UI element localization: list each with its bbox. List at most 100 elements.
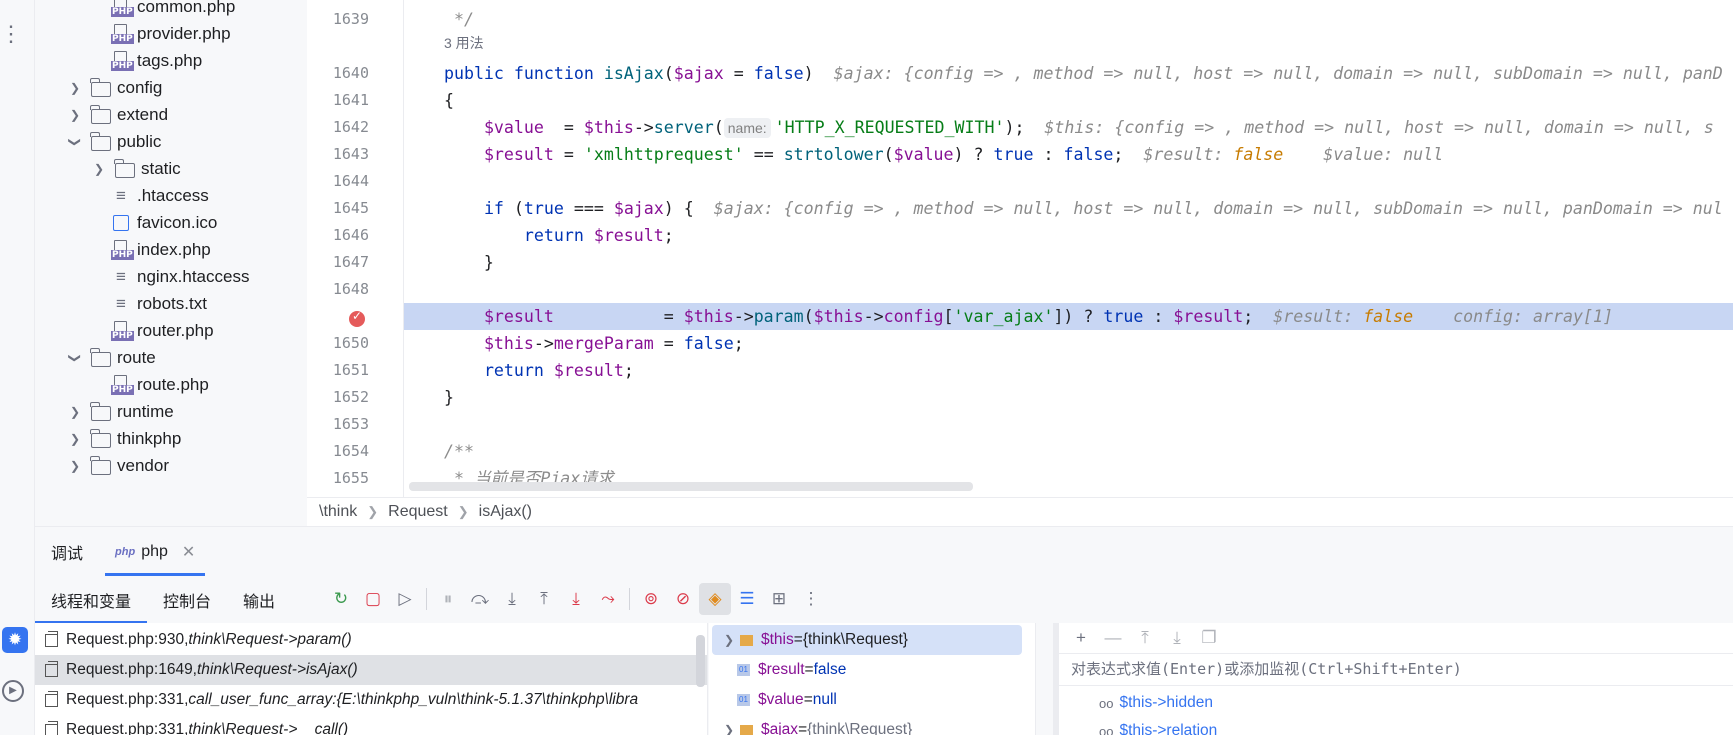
- tree-item-robots-txt[interactable]: ≡ robots.txt: [35, 289, 307, 319]
- add-watch-icon[interactable]: ⊞: [763, 583, 795, 615]
- call-stack-frames: Request.php:930, think\Request->param() …: [35, 623, 708, 735]
- chevron-right-icon[interactable]: ❯: [67, 432, 83, 446]
- run-to-cursor-icon[interactable]: ⤳: [592, 583, 624, 615]
- variable-name: $result: [758, 661, 805, 678]
- view-breakpoints-icon[interactable]: ⊚: [635, 583, 667, 615]
- tree-item-public[interactable]: ❯ public: [35, 127, 307, 157]
- tree-item-nginx-htaccess[interactable]: ≡ nginx.htaccess: [35, 262, 307, 292]
- breadcrumb-namespace[interactable]: \think: [319, 503, 357, 521]
- tree-item-index-php[interactable]: PHP index.php: [35, 235, 307, 265]
- tab-output[interactable]: 输出: [227, 576, 291, 623]
- tree-item-provider-php[interactable]: PHP provider.php: [35, 19, 307, 49]
- chevron-right-icon[interactable]: ❯: [67, 108, 83, 122]
- add-icon[interactable]: +: [1065, 628, 1097, 648]
- php-file-icon: PHP: [111, 51, 134, 71]
- text-file-icon: ≡: [116, 267, 126, 286]
- more-options-icon[interactable]: ⋮: [795, 583, 827, 615]
- editor-horizontal-scrollbar[interactable]: [409, 482, 973, 491]
- variable-row-ajax[interactable]: ❯ $ajax = {think\Request}: [712, 715, 1022, 735]
- tree-item-route-php[interactable]: PHP route.php: [35, 370, 307, 400]
- folder-icon: [90, 77, 111, 97]
- copy-icon[interactable]: ❐: [1193, 628, 1225, 648]
- mute-breakpoints-icon[interactable]: ⊘: [667, 583, 699, 615]
- chevron-right-icon[interactable]: ❯: [718, 723, 740, 735]
- chevron-down-icon[interactable]: ❯: [68, 134, 82, 150]
- php-file-icon: PHP: [111, 24, 134, 44]
- run-tool-icon[interactable]: ▶: [2, 680, 24, 702]
- resume-icon[interactable]: ▷: [389, 583, 421, 615]
- tree-item-label: runtime: [117, 402, 174, 421]
- variable-row-result[interactable]: 01 $result = false: [709, 655, 1019, 685]
- breadcrumb-method[interactable]: isAjax(): [479, 503, 532, 521]
- remove-icon[interactable]: —: [1097, 628, 1129, 648]
- breakpoint-icon[interactable]: [349, 309, 365, 327]
- chevron-right-icon[interactable]: ❯: [67, 405, 83, 419]
- breadcrumb-class[interactable]: Request: [388, 503, 448, 521]
- variable-row-value[interactable]: 01 $value = null: [709, 685, 1019, 715]
- tab-threads-variables[interactable]: 线程和变量: [35, 576, 148, 623]
- project-file-tree: PHP common.php PHP provider.php PHP tags.ph…: [35, 0, 307, 526]
- show-values-icon[interactable]: ☰: [731, 583, 763, 615]
- step-into-icon[interactable]: ⤓: [496, 583, 528, 615]
- watches-toolbar: + — ⤒ ⤓ ❐: [1059, 623, 1733, 653]
- tab-console[interactable]: 控制台: [147, 576, 227, 623]
- tree-item-vendor[interactable]: ❯ vendor: [35, 451, 307, 481]
- stop-icon[interactable]: ▢: [357, 583, 389, 615]
- stack-frame-selected[interactable]: Request.php:1649, think\Request->isAjax(…: [35, 655, 707, 685]
- variable-eq: =: [803, 691, 813, 708]
- variable-row-this[interactable]: ❯ $this = {think\Request}: [712, 625, 1022, 655]
- variable-name: $value: [758, 691, 804, 708]
- ide-window: ⋮ ✹ ▶ PHP common.php PHP provider.php PHP t…: [0, 0, 1733, 735]
- tab-php-session[interactable]: php php ✕: [99, 527, 211, 576]
- frame-location: Request.php:930,: [66, 631, 189, 648]
- primitive-icon: 01: [737, 664, 750, 676]
- variable-eq: =: [804, 661, 814, 678]
- variable-value: {think\Request}: [807, 721, 913, 735]
- break-at-first-line-icon[interactable]: ◈: [699, 583, 731, 615]
- move-down-icon[interactable]: ⤓: [1161, 628, 1193, 648]
- close-icon[interactable]: ✕: [182, 542, 195, 562]
- variable-name: $this: [761, 631, 794, 648]
- watch-item[interactable]: oo $this->relation: [1099, 717, 1217, 735]
- chevron-right-icon[interactable]: ❯: [718, 633, 740, 647]
- tree-item-runtime[interactable]: ❯ runtime: [35, 397, 307, 427]
- move-up-icon[interactable]: ⤒: [1129, 628, 1161, 648]
- tree-item-router-php[interactable]: PHP router.php: [35, 316, 307, 346]
- more-options-icon[interactable]: ⋮: [0, 22, 22, 46]
- tree-item-label: static: [141, 159, 181, 178]
- code-editor[interactable]: 1639 1640 1641 1642 1643 1644 1645 1646 …: [307, 0, 1733, 497]
- step-over-icon[interactable]: ⤼: [464, 583, 496, 615]
- editor-gutter[interactable]: 1639 1640 1641 1642 1643 1644 1645 1646 …: [307, 0, 404, 497]
- chevron-right-icon[interactable]: ❯: [67, 81, 83, 95]
- watch-item[interactable]: oo $this->hidden: [1099, 689, 1213, 717]
- tree-item-favicon[interactable]: favicon.ico: [35, 208, 307, 238]
- variable-eq: =: [793, 631, 803, 648]
- frames-scrollbar[interactable]: [696, 635, 705, 687]
- stack-frame[interactable]: Request.php:331, think\Request->__call(): [35, 715, 707, 735]
- tree-item-extend[interactable]: ❯ extend: [35, 100, 307, 130]
- tree-item-static[interactable]: ❯ static: [35, 154, 307, 184]
- tree-item-config[interactable]: ❯ config: [35, 73, 307, 103]
- folder-icon: [90, 428, 111, 448]
- stack-frame[interactable]: Request.php:331, call_user_func_array:{E…: [35, 685, 707, 715]
- tree-item-htaccess[interactable]: ≡ .htaccess: [35, 181, 307, 211]
- folder-icon: [90, 347, 111, 367]
- stack-frame[interactable]: Request.php:930, think\Request->param(): [35, 625, 707, 655]
- chevron-right-icon[interactable]: ❯: [67, 459, 83, 473]
- force-step-into-icon[interactable]: ⤓: [560, 583, 592, 615]
- usage-hint[interactable]: 3 用法: [404, 32, 1733, 54]
- evaluate-expression-input[interactable]: 对表达式求值(Enter)或添加监视(Ctrl+Shift+Enter): [1059, 653, 1733, 686]
- tree-item-route[interactable]: ❯ route: [35, 343, 307, 373]
- frame-function: call_user_func_array:{E:\thinkphp_vuln\t…: [188, 691, 639, 708]
- chevron-right-icon[interactable]: ❯: [91, 162, 107, 176]
- line-number: 1640: [332, 64, 369, 82]
- tree-item-thinkphp[interactable]: ❯ thinkphp: [35, 424, 307, 454]
- rerun-icon[interactable]: ↻: [325, 583, 357, 615]
- debug-tool-icon[interactable]: ✹: [2, 627, 28, 653]
- chevron-down-icon[interactable]: ❯: [68, 350, 82, 366]
- step-out-icon[interactable]: ⤒: [528, 583, 560, 615]
- pause-icon[interactable]: ⏸: [432, 583, 464, 615]
- frame-function: think\Request->isAjax(): [197, 661, 358, 678]
- tree-item-tags-php[interactable]: PHP tags.php: [35, 46, 307, 76]
- watch-expression: $this->relation: [1119, 722, 1218, 735]
